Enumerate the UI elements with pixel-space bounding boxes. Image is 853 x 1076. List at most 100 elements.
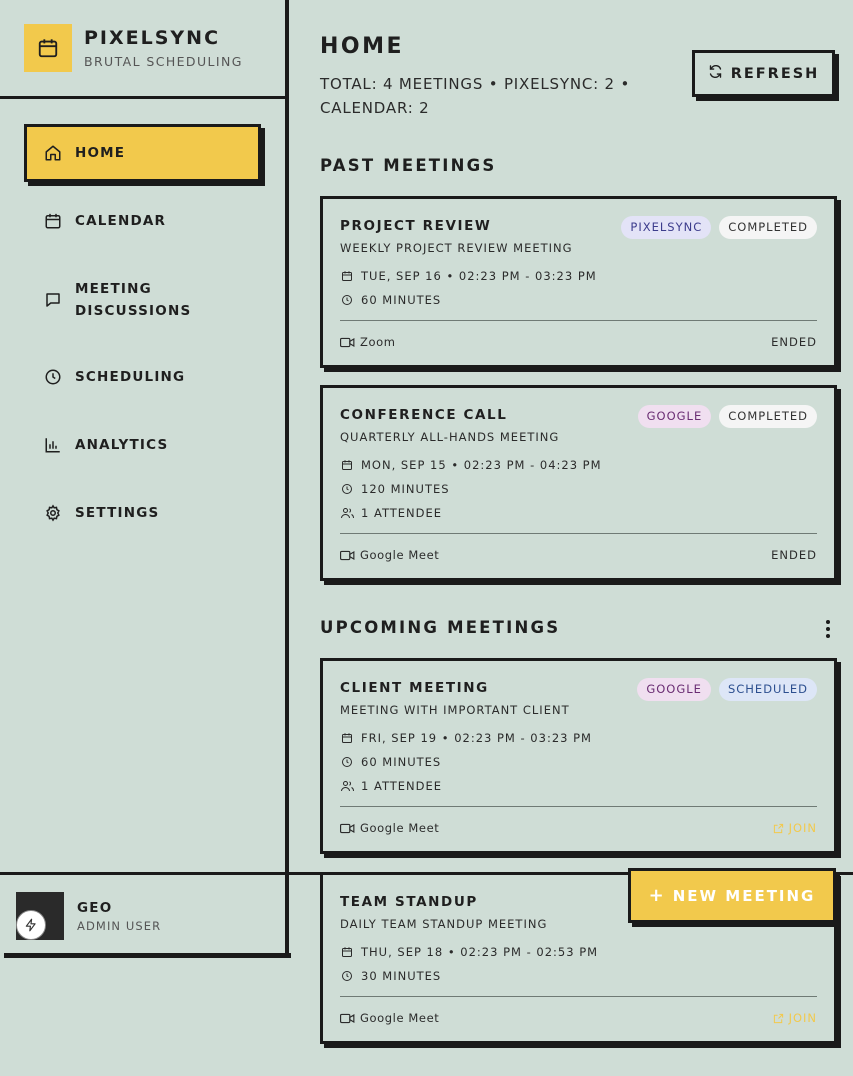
video-icon <box>340 548 356 562</box>
attendees-text: 1 ATTENDEE <box>361 506 443 520</box>
join-link[interactable]: JOIN <box>773 1011 817 1025</box>
external-link-icon <box>773 822 786 835</box>
clock-icon <box>340 482 354 496</box>
meeting-duration: 60 MINUTES <box>340 755 441 769</box>
divider <box>340 996 817 997</box>
brand-subtitle: BRUTAL SCHEDULING <box>84 54 243 69</box>
brand-name: PIXELSYNC <box>84 27 221 49</box>
meeting-title: CLIENT MEETING <box>340 680 489 696</box>
divider <box>340 533 817 534</box>
platform-text: Google Meet <box>360 821 440 835</box>
clock-icon <box>340 755 354 769</box>
sidebar: PIXELSYNC BRUTAL SCHEDULING HOME CALENDA… <box>0 0 289 956</box>
source-badge: PIXELSYNC <box>621 216 712 239</box>
gear-icon <box>42 502 64 524</box>
duration-text: 60 MINUTES <box>361 293 442 307</box>
meeting-description: DAILY TEAM STANDUP MEETING <box>340 917 548 931</box>
attendees-text: 1 ATTENDEE <box>361 779 443 793</box>
meeting-state: ENDED <box>771 548 817 562</box>
status-badge: COMPLETED <box>719 216 817 239</box>
clock-icon <box>340 969 354 983</box>
plus-icon: + <box>648 884 664 906</box>
duration-text: 120 MINUTES <box>361 482 450 496</box>
sidebar-item-label: MEETING DISCUSSIONS <box>75 281 192 319</box>
datetime-text: THU, SEP 18 • 02:23 PM - 02:53 PM <box>361 945 599 959</box>
calendar-icon <box>340 458 354 472</box>
meeting-duration: 120 MINUTES <box>340 482 450 496</box>
sidebar-item-label: ANALYTICS <box>75 437 169 453</box>
sidebar-item-analytics[interactable]: ANALYTICS <box>24 416 261 474</box>
platform-text: Google Meet <box>360 1011 440 1025</box>
meeting-duration: 30 MINUTES <box>340 969 441 983</box>
sidebar-border <box>285 0 289 956</box>
home-icon <box>42 142 64 164</box>
calendar-icon <box>24 24 72 72</box>
sidebar-item-home[interactable]: HOME <box>24 124 261 182</box>
meeting-datetime: FRI, SEP 19 • 02:23 PM - 03:23 PM <box>340 731 592 745</box>
meeting-datetime: MON, SEP 15 • 02:23 PM - 04:23 PM <box>340 458 602 472</box>
sidebar-item-meeting-discussions[interactable]: MEETING DISCUSSIONS <box>24 270 261 330</box>
meeting-card[interactable]: CLIENT MEETING MEETING WITH IMPORTANT CL… <box>320 658 837 854</box>
video-icon <box>340 335 356 349</box>
platform-text: Zoom <box>360 335 396 349</box>
duration-text: 30 MINUTES <box>361 969 442 983</box>
meeting-duration: 60 MINUTES <box>340 293 441 307</box>
meeting-card[interactable]: PROJECT REVIEW WEEKLY PROJECT REVIEW MEE… <box>320 196 837 368</box>
meeting-description: QUARTERLY ALL-HANDS MEETING <box>340 430 560 444</box>
meeting-platform: Google Meet <box>340 821 439 835</box>
meeting-summary: TOTAL: 4 MEETINGS • PIXELSYNC: 2 • CALEN… <box>320 75 631 117</box>
sidebar-item-label: HOME <box>75 145 126 161</box>
calendar-icon <box>340 945 354 959</box>
meeting-datetime: TUE, SEP 16 • 02:23 PM - 03:23 PM <box>340 269 597 283</box>
meeting-attendees: 1 ATTENDEE <box>340 779 442 793</box>
section-title-past: PAST MEETINGS <box>320 156 497 175</box>
bar-chart-icon <box>42 434 64 456</box>
meeting-description: WEEKLY PROJECT REVIEW MEETING <box>340 241 573 255</box>
users-icon <box>340 506 354 520</box>
status-badge: COMPLETED <box>719 405 817 428</box>
users-icon <box>340 779 354 793</box>
refresh-button[interactable]: REFRESH <box>692 50 835 97</box>
meeting-platform: Google Meet <box>340 548 439 562</box>
meeting-title: TEAM STANDUP <box>340 894 478 910</box>
user-role: ADMIN USER <box>77 919 162 933</box>
meeting-state: ENDED <box>771 335 817 349</box>
join-link[interactable]: JOIN <box>773 821 817 835</box>
new-meeting-label: NEW MEETING <box>672 886 816 905</box>
section-title-upcoming: UPCOMING MEETINGS <box>320 618 561 637</box>
brand: PIXELSYNC BRUTAL SCHEDULING <box>24 24 274 74</box>
platform-text: Google Meet <box>360 548 440 562</box>
meeting-card[interactable]: CONFERENCE CALL QUARTERLY ALL-HANDS MEET… <box>320 385 837 581</box>
divider <box>340 806 817 807</box>
calendar-icon <box>340 269 354 283</box>
meeting-title: PROJECT REVIEW <box>340 218 492 234</box>
source-badge: GOOGLE <box>637 405 712 428</box>
divider <box>0 96 285 99</box>
sidebar-item-settings[interactable]: SETTINGS <box>24 484 261 542</box>
more-options-icon[interactable] <box>818 618 838 640</box>
meeting-datetime: THU, SEP 18 • 02:23 PM - 02:53 PM <box>340 945 598 959</box>
meeting-platform: Zoom <box>340 335 396 349</box>
user-name: GEO <box>77 900 113 916</box>
divider <box>340 320 817 321</box>
sidebar-item-scheduling[interactable]: SCHEDULING <box>24 348 261 406</box>
sidebar-item-label: SCHEDULING <box>75 369 186 385</box>
meeting-attendees: 1 ATTENDEE <box>340 506 442 520</box>
source-badge: GOOGLE <box>637 678 711 701</box>
calendar-icon <box>42 210 64 232</box>
page-title: HOME <box>320 34 405 59</box>
meeting-platform: Google Meet <box>340 1011 439 1025</box>
refresh-icon <box>708 64 723 83</box>
sidebar-item-calendar[interactable]: CALENDAR <box>24 192 261 250</box>
meeting-description: MEETING WITH IMPORTANT CLIENT <box>340 703 570 717</box>
status-badge: SCHEDULED <box>718 678 817 701</box>
clock-icon <box>340 293 354 307</box>
video-icon <box>340 821 356 835</box>
lightning-icon[interactable] <box>16 910 46 940</box>
join-label: JOIN <box>788 1011 817 1025</box>
video-icon <box>340 1011 356 1025</box>
clock-icon <box>42 366 64 388</box>
new-meeting-button[interactable]: + NEW MEETING <box>628 868 836 923</box>
meeting-title: CONFERENCE CALL <box>340 407 508 423</box>
refresh-label: REFRESH <box>730 65 820 82</box>
